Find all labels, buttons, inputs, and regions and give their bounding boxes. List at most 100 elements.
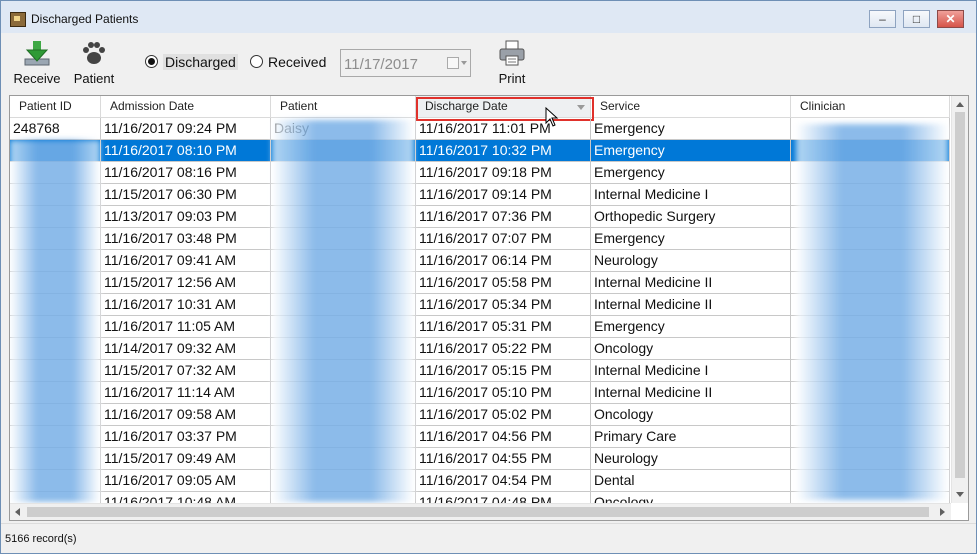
patient-id-cell[interactable] [10, 184, 101, 206]
service-cell[interactable]: Primary Care [591, 426, 791, 448]
table-row[interactable]: 11/16/2017 03:37 PM 11/16/2017 04:56 PM Pr… [10, 426, 950, 448]
discharge-date-cell[interactable]: 11/16/2017 05:31 PM [416, 316, 591, 338]
minimize-button[interactable]: – [869, 10, 896, 28]
patient-id-cell[interactable] [10, 404, 101, 426]
table-row[interactable]: 11/15/2017 09:49 AM 11/16/2017 04:55 PM Ne… [10, 448, 950, 470]
clinician-cell[interactable] [791, 382, 950, 404]
admission-date-cell[interactable]: 11/16/2017 03:37 PM [101, 426, 271, 448]
discharge-date-cell[interactable]: 11/16/2017 10:32 PM [416, 140, 591, 162]
table-row[interactable]: 11/16/2017 11:05 AM 11/16/2017 05:31 PM Em… [10, 316, 950, 338]
admission-date-cell[interactable]: 11/16/2017 09:05 AM [101, 470, 271, 492]
receive-button[interactable]: Receive [9, 35, 65, 89]
table-row[interactable]: 11/16/2017 03:48 PM 11/16/2017 07:07 PM Em… [10, 228, 950, 250]
patient-id-cell[interactable] [10, 426, 101, 448]
clinician-cell[interactable] [791, 316, 950, 338]
radio-discharged-dot[interactable] [145, 55, 158, 68]
date-picker[interactable]: 11/17/2017 [340, 49, 471, 77]
service-cell[interactable]: Internal Medicine II [591, 272, 791, 294]
discharge-date-cell[interactable]: 11/16/2017 07:07 PM [416, 228, 591, 250]
clinician-cell[interactable] [791, 162, 950, 184]
discharge-date-cell[interactable]: 11/16/2017 05:15 PM [416, 360, 591, 382]
patient-id-cell[interactable] [10, 360, 101, 382]
column-header-patient-id[interactable]: Patient ID [10, 96, 101, 118]
table-row[interactable]: 11/16/2017 08:10 PM 11/16/2017 10:32 PM Em… [10, 140, 950, 162]
patient-id-cell[interactable] [10, 250, 101, 272]
column-header-patient[interactable]: Patient [271, 96, 416, 118]
clinician-cell[interactable] [791, 250, 950, 272]
clinician-cell[interactable] [791, 228, 950, 250]
print-button[interactable]: Print [489, 35, 535, 89]
table-row[interactable]: 11/15/2017 07:32 AM 11/16/2017 05:15 PM In… [10, 360, 950, 382]
clinician-cell[interactable] [791, 448, 950, 470]
discharge-date-cell[interactable]: 11/16/2017 05:34 PM [416, 294, 591, 316]
patient-cell[interactable] [271, 272, 416, 294]
patient-cell[interactable] [271, 360, 416, 382]
clinician-cell[interactable] [791, 338, 950, 360]
discharge-date-cell[interactable]: 11/16/2017 09:18 PM [416, 162, 591, 184]
admission-date-cell[interactable]: 11/15/2017 07:32 AM [101, 360, 271, 382]
table-row[interactable]: 11/16/2017 09:41 AM 11/16/2017 06:14 PM Ne… [10, 250, 950, 272]
clinician-cell[interactable] [791, 118, 950, 140]
admission-date-cell[interactable]: 11/16/2017 11:14 AM [101, 382, 271, 404]
patient-cell[interactable] [271, 206, 416, 228]
table-row[interactable]: 11/13/2017 09:03 PM 11/16/2017 07:36 PM Or… [10, 206, 950, 228]
admission-date-cell[interactable]: 11/15/2017 12:56 AM [101, 272, 271, 294]
table-row[interactable]: 11/15/2017 06:30 PM 11/16/2017 09:14 PM In… [10, 184, 950, 206]
patient-id-cell[interactable] [10, 272, 101, 294]
service-cell[interactable]: Internal Medicine II [591, 294, 791, 316]
patient-cell[interactable]: Daisy [271, 118, 416, 140]
admission-date-cell[interactable]: 11/16/2017 09:41 AM [101, 250, 271, 272]
patient-cell[interactable] [271, 426, 416, 448]
admission-date-cell[interactable]: 11/15/2017 06:30 PM [101, 184, 271, 206]
discharge-date-cell[interactable]: 11/16/2017 05:58 PM [416, 272, 591, 294]
clinician-cell[interactable] [791, 470, 950, 492]
patient-cell[interactable] [271, 140, 416, 162]
clinician-cell[interactable] [791, 294, 950, 316]
service-cell[interactable]: Dental [591, 470, 791, 492]
patient-id-cell[interactable]: 248768 [10, 118, 101, 140]
calendar-icon[interactable] [447, 57, 459, 69]
service-cell[interactable]: Neurology [591, 250, 791, 272]
service-cell[interactable]: Neurology [591, 448, 791, 470]
patient-id-cell[interactable] [10, 228, 101, 250]
admission-date-cell[interactable]: 11/16/2017 09:58 AM [101, 404, 271, 426]
service-cell[interactable]: Internal Medicine I [591, 184, 791, 206]
service-cell[interactable]: Emergency [591, 118, 791, 140]
patient-id-cell[interactable] [10, 316, 101, 338]
discharge-date-cell[interactable]: 11/16/2017 07:36 PM [416, 206, 591, 228]
horizontal-scrollbar[interactable] [10, 503, 951, 520]
admission-date-cell[interactable]: 11/16/2017 03:48 PM [101, 228, 271, 250]
service-cell[interactable]: Emergency [591, 140, 791, 162]
admission-date-cell[interactable]: 11/13/2017 09:03 PM [101, 206, 271, 228]
patient-cell[interactable] [271, 404, 416, 426]
column-header-discharge-date[interactable]: Discharge Date [416, 96, 591, 118]
table-row[interactable]: 11/16/2017 10:31 AM 11/16/2017 05:34 PM In… [10, 294, 950, 316]
clinician-cell[interactable] [791, 140, 950, 162]
admission-date-cell[interactable]: 11/15/2017 09:49 AM [101, 448, 271, 470]
clinician-cell[interactable] [791, 272, 950, 294]
close-button[interactable]: ✕ [937, 10, 964, 28]
service-cell[interactable]: Emergency [591, 228, 791, 250]
patient-button[interactable]: Patient [67, 35, 121, 89]
admission-date-cell[interactable]: 11/16/2017 09:24 PM [101, 118, 271, 140]
patient-id-cell[interactable] [10, 382, 101, 404]
patient-id-cell[interactable] [10, 338, 101, 360]
table-row[interactable]: 11/15/2017 12:56 AM 11/16/2017 05:58 PM In… [10, 272, 950, 294]
column-header-admission-date[interactable]: Admission Date [101, 96, 271, 118]
admission-date-cell[interactable]: 11/16/2017 08:10 PM [101, 140, 271, 162]
patient-id-cell[interactable] [10, 206, 101, 228]
admission-date-cell[interactable]: 11/16/2017 10:31 AM [101, 294, 271, 316]
patient-cell[interactable] [271, 382, 416, 404]
vertical-scrollbar[interactable] [951, 96, 968, 503]
discharge-date-cell[interactable]: 11/16/2017 05:10 PM [416, 382, 591, 404]
column-header-service[interactable]: Service [591, 96, 791, 118]
patient-cell[interactable] [271, 184, 416, 206]
maximize-button[interactable]: □ [903, 10, 930, 28]
patient-id-cell[interactable] [10, 162, 101, 184]
admission-date-cell[interactable]: 11/16/2017 08:16 PM [101, 162, 271, 184]
patient-id-cell[interactable] [10, 448, 101, 470]
discharge-date-cell[interactable]: 11/16/2017 05:02 PM [416, 404, 591, 426]
discharge-date-cell[interactable]: 11/16/2017 04:56 PM [416, 426, 591, 448]
admission-date-cell[interactable]: 11/16/2017 11:05 AM [101, 316, 271, 338]
scroll-right-icon[interactable] [940, 508, 945, 516]
